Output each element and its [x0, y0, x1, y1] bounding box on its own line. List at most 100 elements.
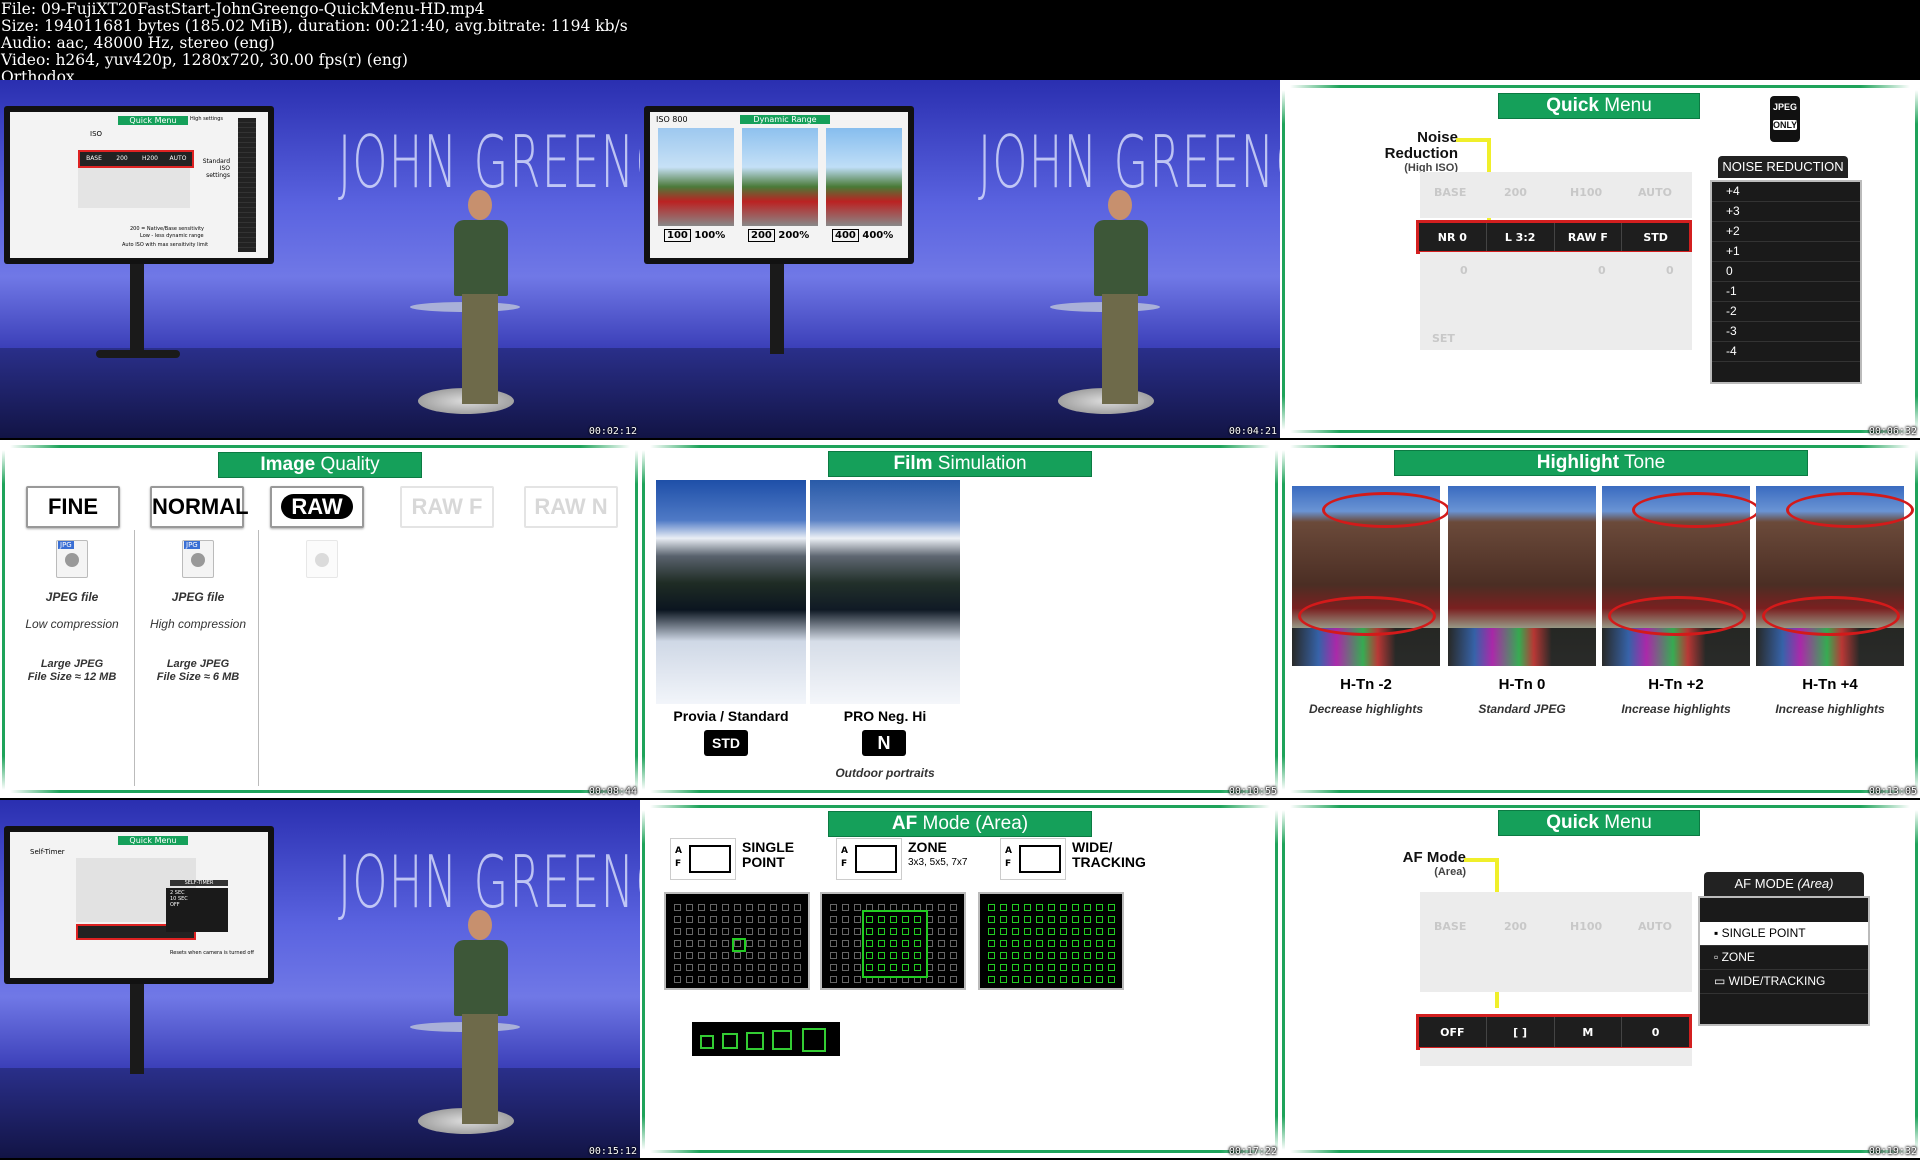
slide-title: Image Quality	[218, 452, 422, 478]
af-mode-options[interactable]: ▪ SINGLE POINT ▫ ZONE ▭ WIDE/TRACKING	[1698, 896, 1870, 1026]
quick-menu-row[interactable]: OFF [ ] M 0	[1416, 1014, 1692, 1050]
highlight-circle	[1298, 596, 1436, 636]
af-option-single-point[interactable]: ▪ SINGLE POINT	[1700, 922, 1868, 946]
photo-provia	[656, 480, 806, 704]
nr-option[interactable]: +4	[1712, 182, 1860, 202]
fine-compression: Low compression	[25, 617, 119, 631]
nr-option[interactable]: +1	[1712, 242, 1860, 262]
screen-title: Dynamic Range	[740, 115, 830, 124]
raw-normal-button[interactable]: RAW N	[524, 486, 618, 528]
thumbnail-4[interactable]: Image Quality FINE NORMAL RAW RAW F RAW …	[0, 440, 640, 798]
htone-desc: Increase highlights	[1621, 702, 1731, 716]
highlight-circle	[1322, 492, 1450, 528]
thumbnail-3[interactable]: Quick Menu JPEG ONLY Noise Reduction (Hi…	[1280, 80, 1920, 438]
qm-self-timer[interactable]: OFF	[1419, 1017, 1487, 1047]
qm-flash-mode[interactable]: M	[1555, 1017, 1623, 1047]
nr-option[interactable]: 0	[1712, 262, 1860, 282]
green-rule-top	[10, 445, 630, 448]
file-info-header: File: 09-FujiXT20FastStart-JohnGreengo-Q…	[0, 0, 1920, 86]
screen-quick-row: BASE 200 H200 AUTO	[78, 150, 194, 168]
normal-type: JPEG file	[171, 590, 225, 604]
qm-af-mode[interactable]: [ ]	[1487, 1017, 1555, 1047]
thumbnail-2[interactable]: JOHN GREENGO ISO 800 Dynamic Range 100 1…	[640, 80, 1280, 438]
htone-desc: Standard JPEG	[1478, 702, 1566, 716]
qm-evf-brightness[interactable]: 0	[1622, 1017, 1689, 1047]
thumbnail-1[interactable]: JOHN GREENGO Quick Menu ISO BASE 200 H20…	[0, 80, 640, 438]
green-rule-top	[1290, 445, 1910, 448]
htone-label: H-Tn +2	[1648, 676, 1704, 693]
presenter	[454, 190, 508, 296]
af-option-zone[interactable]: ▫ ZONE	[1700, 946, 1868, 970]
pro-neg-hi-label: PRO Neg. Hi	[843, 708, 927, 724]
divider	[258, 530, 259, 786]
callout-arrow-h	[1464, 858, 1498, 862]
green-rule-top	[650, 445, 1270, 448]
screen-warning: Resets when camera is turned off	[170, 950, 254, 956]
presentation-monitor: Quick Menu Self-Timer SELF-TIMER 2 SEC 1…	[4, 826, 274, 984]
presenter-legs	[462, 294, 498, 404]
af-option-wide-tracking[interactable]: ▭ WIDE/TRACKING	[1700, 970, 1868, 994]
presentation-monitor: Quick Menu ISO BASE 200 H200 AUTO Standa…	[4, 106, 274, 264]
htone-desc: Decrease highlights	[1308, 702, 1424, 716]
nr-option[interactable]: -1	[1712, 282, 1860, 302]
noise-reduction-options[interactable]: +4 +3 +2 +1 0 -1 -2 -3 -4	[1710, 180, 1862, 384]
timestamp: 00:10:55	[1228, 786, 1277, 797]
af-size-strip	[692, 1022, 840, 1056]
slide-title: Quick Menu	[1498, 93, 1700, 119]
ghost-menu-top: BASE 200 H100 AUTO	[1420, 892, 1692, 992]
thumbnail-8[interactable]: AF Mode (Area) A F SINGLE POINT A F ZONE 3x3,…	[640, 800, 1280, 1158]
slide-title: Film Simulation	[828, 451, 1092, 477]
af-mode-icon: A F	[670, 838, 736, 880]
green-rule-top	[650, 805, 1270, 808]
nr-option[interactable]: -3	[1712, 322, 1860, 342]
quick-menu-row[interactable]: NR 0 L 3:2 RAW F STD	[1416, 220, 1692, 254]
ghost-menu-top: BASE 200 H100 AUTO	[1420, 172, 1692, 218]
presenter-legs	[1102, 294, 1138, 404]
raw-fine-button[interactable]: RAW F	[400, 486, 494, 528]
jpeg-only-badge: JPEG ONLY	[1770, 96, 1800, 142]
green-rule-right	[1275, 810, 1278, 1150]
studio-floor	[640, 348, 1280, 438]
file-info-line: Size: 194011681 bytes (185.02 MiB), dura…	[1, 17, 628, 35]
slide-title: AF Mode (Area)	[828, 811, 1092, 837]
nr-option[interactable]: -4	[1712, 342, 1860, 362]
nr-option[interactable]: -2	[1712, 302, 1860, 322]
monitor-stand	[130, 264, 144, 354]
green-rule-bottom	[10, 790, 630, 793]
slide-title: Highlight Tone	[1394, 450, 1808, 476]
fine-button[interactable]: FINE	[26, 486, 120, 528]
raw-file-icon	[306, 540, 338, 578]
screen-ghost-rows	[78, 168, 190, 208]
fine-size-2: File Size ≈ 12 MB	[27, 671, 117, 683]
file-ext: JPG	[184, 541, 200, 549]
std-icon: STD	[704, 730, 748, 756]
nr-option[interactable]: +3	[1712, 202, 1860, 222]
caption-100: 100 100%	[664, 229, 725, 242]
af-points-grid	[978, 892, 1124, 990]
screen-menu: SELF-TIMER 2 SEC 10 SEC OFF	[166, 880, 228, 932]
green-rule-left	[1282, 810, 1285, 1150]
nr-option[interactable]: +2	[1712, 222, 1860, 242]
file-ext: JPG	[58, 541, 74, 549]
thumbnail-6[interactable]: Highlight Tone H-Tn -2 Decrease highlight…	[1280, 440, 1920, 798]
file-info-line: Video: h264, yuv420p, 1280x720, 30.00 fp…	[1, 51, 408, 69]
timestamp: 00:06:32	[1868, 426, 1917, 437]
presenter	[454, 910, 508, 1016]
qm-image-quality[interactable]: RAW F	[1555, 223, 1623, 251]
thumbnail-9[interactable]: Quick Menu AF Mode (Area) BASE 200 H100 …	[1280, 800, 1920, 1158]
qm-noise-reduction[interactable]: NR 0	[1419, 223, 1487, 251]
qm-film-simulation[interactable]: STD	[1622, 223, 1689, 251]
thumbnail-5[interactable]: Film Simulation Provia / Standard STD PR…	[640, 440, 1280, 798]
screen-iso-label: ISO 800	[656, 115, 688, 124]
callout-label: Noise Reduction (High ISO)	[1384, 129, 1458, 175]
normal-button[interactable]: NORMAL	[150, 486, 249, 528]
monitor-stand	[130, 984, 144, 1074]
neg-hi-icon: N	[862, 730, 906, 756]
htone-label: H-Tn -2	[1340, 676, 1392, 693]
monitor-stand	[770, 264, 784, 354]
raw-button[interactable]: RAW	[270, 486, 364, 528]
thumbnail-7[interactable]: JOHN GREENGO Quick Menu Self-Timer SELF-…	[0, 800, 640, 1158]
af-mode-icon: A F	[1000, 838, 1066, 880]
submenu-title: NOISE REDUCTION	[1718, 156, 1848, 178]
qm-image-size[interactable]: L 3:2	[1487, 223, 1555, 251]
